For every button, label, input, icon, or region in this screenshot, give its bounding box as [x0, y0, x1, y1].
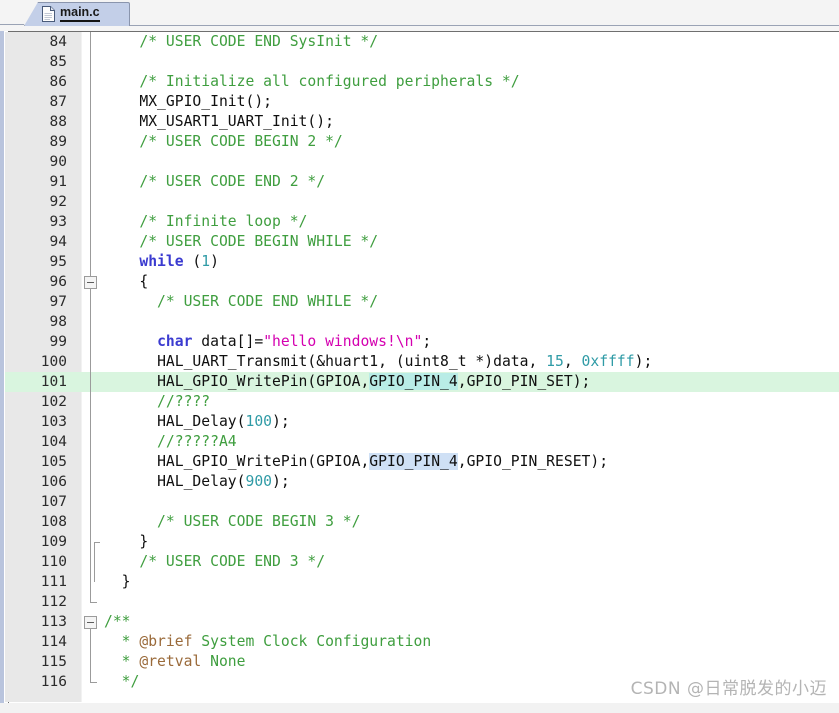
code-line[interactable]: /* USER CODE END 2 */ — [104, 172, 325, 192]
code-line[interactable]: HAL_UART_Transmit(&huart1, (uint8_t *)da… — [104, 352, 652, 372]
code-line[interactable]: /* Infinite loop */ — [104, 212, 307, 232]
code-line[interactable]: MX_USART1_UART_Init(); — [104, 112, 334, 132]
line-number: 107 — [40, 494, 67, 510]
fold-collapse-box-96[interactable] — [84, 276, 97, 289]
code-line[interactable]: */ — [104, 672, 140, 692]
code-line[interactable]: /* USER CODE END SysInit */ — [104, 32, 378, 52]
line-number: 86 — [49, 74, 67, 90]
line-number: 101 — [40, 374, 67, 390]
fold-end-tick-116 — [90, 682, 97, 683]
code-line[interactable]: /* Initialize all configured peripherals… — [104, 72, 519, 92]
line-number: 87 — [49, 94, 67, 110]
code-line[interactable]: * @retval None — [104, 652, 246, 672]
fold-line-above-96 — [90, 32, 91, 276]
fold-line-96-block — [90, 289, 91, 602]
tab-label: main.c — [60, 6, 100, 22]
code-line[interactable]: HAL_GPIO_WritePin(GPIOA,GPIO_PIN_4,GPIO_… — [104, 372, 590, 392]
line-number: 102 — [40, 394, 67, 410]
line-number: 106 — [40, 474, 67, 490]
code-line[interactable]: * @brief System Clock Configuration — [104, 632, 432, 652]
line-number: 97 — [49, 294, 67, 310]
code-line[interactable]: } — [104, 532, 148, 552]
code-line[interactable]: HAL_GPIO_WritePin(GPIOA,GPIO_PIN_4,GPIO_… — [104, 452, 608, 472]
fold-collapse-box-113[interactable] — [84, 616, 97, 629]
fold-line-inner — [94, 542, 95, 582]
tab-strip-empty-area — [130, 0, 839, 26]
line-number: 103 — [40, 414, 67, 430]
line-number: 85 — [49, 54, 67, 70]
line-number: 94 — [49, 234, 67, 250]
fold-line-113-block — [90, 629, 91, 682]
line-number: 92 — [49, 194, 67, 210]
code-lines: /* USER CODE END SysInit */ /* Initializ… — [104, 32, 839, 702]
line-number: 98 — [49, 314, 67, 330]
code-line[interactable]: HAL_Delay(900); — [104, 472, 290, 492]
line-numbers: 84 85 86 87 88 89 90 91 92 93 94 95 96 97 98 99 100 101 10… — [5, 32, 81, 702]
code-line[interactable]: while (1) — [104, 252, 219, 272]
code-line[interactable]: MX_GPIO_Init(); — [104, 92, 272, 112]
code-text-area[interactable]: /* USER CODE END SysInit */ /* Initializ… — [104, 32, 839, 702]
file-icon — [42, 6, 55, 22]
code-line[interactable]: { — [104, 272, 148, 292]
fold-end-tick-112 — [90, 602, 97, 603]
code-line[interactable]: /* USER CODE BEGIN 3 */ — [104, 512, 360, 532]
line-number: 114 — [40, 634, 67, 650]
line-number: 104 — [40, 434, 67, 450]
code-line[interactable]: //???? — [104, 392, 210, 412]
line-number: 90 — [49, 154, 67, 170]
line-number: 91 — [49, 174, 67, 190]
line-number: 116 — [40, 674, 67, 690]
tab-main-c-content[interactable]: main.c — [24, 2, 130, 26]
bottom-strip — [0, 703, 839, 713]
line-number: 93 — [49, 214, 67, 230]
line-number: 109 — [40, 534, 67, 550]
line-number: 96 — [49, 274, 67, 290]
code-line[interactable]: /* USER CODE END 3 */ — [104, 552, 325, 572]
line-number: 88 — [49, 114, 67, 130]
code-line[interactable]: /* USER CODE BEGIN 2 */ — [104, 132, 342, 152]
line-number: 112 — [40, 594, 67, 610]
tab-strip-left-edge — [0, 24, 24, 25]
line-number: 95 — [49, 254, 67, 270]
watermark: CSDN @日常脱发的小迈 — [630, 679, 827, 699]
line-number: 99 — [49, 334, 67, 350]
line-number: 108 — [40, 514, 67, 530]
editor-window: main.c /* USER CODE END SysInit */ /* In… — [0, 0, 839, 713]
code-line[interactable]: } — [104, 572, 131, 592]
line-number: 100 — [40, 354, 67, 370]
line-number: 110 — [40, 554, 67, 570]
line-number: 84 — [49, 34, 67, 50]
code-line[interactable]: /* USER CODE BEGIN WHILE */ — [104, 232, 378, 252]
code-line[interactable]: /** — [104, 612, 131, 632]
code-line[interactable]: //?????A4 — [104, 432, 237, 452]
code-line[interactable]: /* USER CODE END WHILE */ — [104, 292, 378, 312]
tab-strip: main.c — [0, 0, 839, 26]
line-number: 105 — [40, 454, 67, 470]
line-number: 111 — [40, 574, 67, 590]
line-number: 115 — [40, 654, 67, 670]
line-number: 113 — [40, 614, 67, 630]
code-line[interactable]: char data[]="hello windows!\n"; — [104, 332, 431, 352]
fold-markers[interactable] — [82, 32, 104, 702]
line-number: 89 — [49, 134, 67, 150]
code-line[interactable]: HAL_Delay(100); — [104, 412, 290, 432]
